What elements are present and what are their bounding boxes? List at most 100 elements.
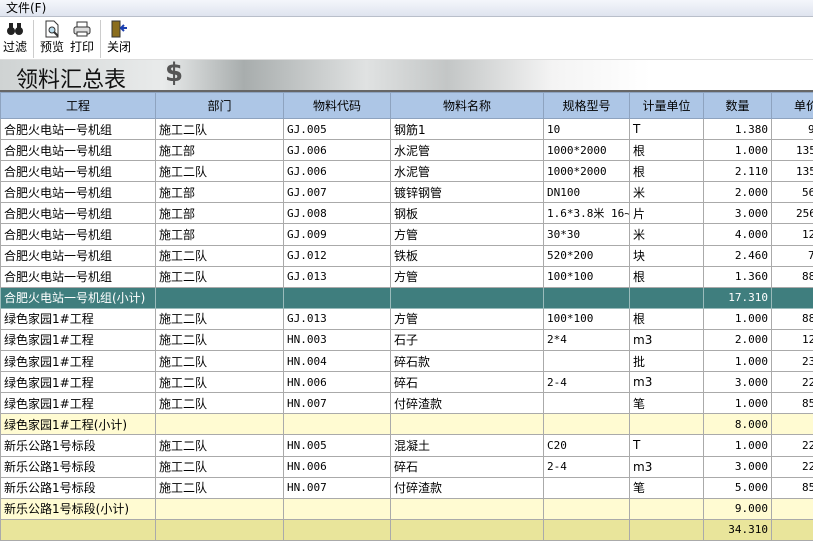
table-row[interactable]: 合肥火电站一号机组施工二队GJ.012铁板520*200块2.4607 bbox=[1, 245, 813, 266]
table-row[interactable]: 合肥火电站一号机组施工部GJ.006水泥管1000*2000根1.000135 bbox=[1, 140, 813, 161]
table-row[interactable]: 新乐公路1号标段施工二队HN.006碎石2-4m33.00022 bbox=[1, 456, 813, 477]
cell-project: 绿色家园1#工程 bbox=[1, 308, 156, 329]
table-row[interactable]: 合肥火电站一号机组施工二队GJ.006水泥管1000*2000根2.110135 bbox=[1, 161, 813, 182]
cell-material-code bbox=[284, 498, 391, 519]
cell-project: 绿色家园1#工程 bbox=[1, 393, 156, 414]
cell-unit-price: 256 bbox=[772, 203, 813, 224]
cell-quantity: 17.310 bbox=[704, 287, 772, 308]
cell-unit bbox=[630, 414, 704, 435]
cell-unit-price: 22 bbox=[772, 435, 813, 456]
cell-project: 新乐公路1号标段(小计) bbox=[1, 498, 156, 519]
cell-project: 新乐公路1号标段 bbox=[1, 435, 156, 456]
cell-unit: m3 bbox=[630, 456, 704, 477]
cell-material-code bbox=[284, 287, 391, 308]
table-row[interactable]: 合肥火电站一号机组施工部GJ.007镀锌钢管DN100米2.00056 bbox=[1, 182, 813, 203]
column-header-project[interactable]: 工程 bbox=[1, 93, 156, 119]
cell-material-code: HN.005 bbox=[284, 435, 391, 456]
cell-quantity: 5.000 bbox=[704, 477, 772, 498]
cell-material-code bbox=[284, 414, 391, 435]
cell-spec bbox=[544, 519, 630, 540]
cell-unit: 根 bbox=[630, 140, 704, 161]
table-row[interactable]: 绿色家园1#工程施工二队HN.007付碎渣款笔1.00085 bbox=[1, 393, 813, 414]
table-header-row: 工程部门物料代码物料名称规格型号计量单位数量单价 bbox=[1, 93, 813, 119]
close-button[interactable]: 关闭 bbox=[104, 20, 134, 56]
cell-unit-price: 12 bbox=[772, 329, 813, 350]
cell-quantity: 1.380 bbox=[704, 119, 772, 140]
table-row[interactable]: 绿色家园1#工程施工二队HN.004碎石款批1.00023 bbox=[1, 351, 813, 372]
cell-quantity: 4.000 bbox=[704, 224, 772, 245]
cell-department: 施工二队 bbox=[156, 477, 284, 498]
table-row[interactable]: 绿色家园1#工程施工二队HN.003石子2*4m32.00012 bbox=[1, 329, 813, 350]
cell-unit: 根 bbox=[630, 308, 704, 329]
column-header-department[interactable]: 部门 bbox=[156, 93, 284, 119]
cell-material-name: 方管 bbox=[391, 266, 544, 287]
table-row[interactable]: 绿色家园1#工程施工二队HN.006碎石2-4m33.00022 bbox=[1, 372, 813, 393]
cell-unit-price: 135 bbox=[772, 161, 813, 182]
column-header-material-code[interactable]: 物料代码 bbox=[284, 93, 391, 119]
cell-department: 施工二队 bbox=[156, 393, 284, 414]
cell-material-code: HN.006 bbox=[284, 372, 391, 393]
column-header-unit[interactable]: 计量单位 bbox=[630, 93, 704, 119]
column-header-unit-price[interactable]: 单价 bbox=[772, 93, 813, 119]
cell-project: 合肥火电站一号机组 bbox=[1, 245, 156, 266]
cell-department bbox=[156, 498, 284, 519]
subtotal-row[interactable]: 绿色家园1#工程(小计)8.000 bbox=[1, 414, 813, 435]
cell-project: 合肥火电站一号机组 bbox=[1, 161, 156, 182]
cell-spec bbox=[544, 414, 630, 435]
cell-material-code bbox=[284, 519, 391, 540]
table-row[interactable]: 绿色家园1#工程施工二队GJ.013方管100*100根1.00088 bbox=[1, 308, 813, 329]
cell-material-name bbox=[391, 498, 544, 519]
cell-material-code: HN.007 bbox=[284, 477, 391, 498]
table-row[interactable]: 合肥火电站一号机组施工二队GJ.005钢筋110T1.3809 bbox=[1, 119, 813, 140]
table-row[interactable]: 合肥火电站一号机组施工部GJ.008钢板1.6*3.8米 16~1片3.0002… bbox=[1, 203, 813, 224]
cell-project: 新乐公路1号标段 bbox=[1, 477, 156, 498]
cell-unit-price: 22 bbox=[772, 372, 813, 393]
table-row[interactable]: 合肥火电站一号机组施工部GJ.009方管30*30米4.00012 bbox=[1, 224, 813, 245]
cell-unit: 片 bbox=[630, 203, 704, 224]
cell-quantity: 2.460 bbox=[704, 245, 772, 266]
filter-button[interactable]: 过滤 bbox=[0, 20, 30, 56]
cell-quantity: 1.000 bbox=[704, 393, 772, 414]
menu-file[interactable]: 文件(F) bbox=[6, 1, 46, 15]
cell-spec bbox=[544, 287, 630, 308]
cell-unit: 笔 bbox=[630, 393, 704, 414]
cell-material-name bbox=[391, 287, 544, 308]
total-row[interactable]: 34.310 bbox=[1, 519, 813, 540]
preview-button[interactable]: 预览 bbox=[37, 20, 67, 56]
cell-material-code: HN.003 bbox=[284, 329, 391, 350]
column-header-spec[interactable]: 规格型号 bbox=[544, 93, 630, 119]
table-row[interactable]: 合肥火电站一号机组施工二队GJ.013方管100*100根1.36088 bbox=[1, 266, 813, 287]
cell-material-name: 混凝土 bbox=[391, 435, 544, 456]
cell-unit: 根 bbox=[630, 161, 704, 182]
dollar-decoration-icon: $ bbox=[165, 58, 183, 88]
subtotal-row[interactable]: 合肥火电站一号机组(小计)17.310 bbox=[1, 287, 813, 308]
cell-material-name: 水泥管 bbox=[391, 161, 544, 182]
cell-project: 新乐公路1号标段 bbox=[1, 456, 156, 477]
cell-project: 合肥火电站一号机组 bbox=[1, 224, 156, 245]
cell-department: 施工二队 bbox=[156, 329, 284, 350]
cell-project: 合肥火电站一号机组 bbox=[1, 119, 156, 140]
table-row[interactable]: 新乐公路1号标段施工二队HN.005混凝土C20T1.00022 bbox=[1, 435, 813, 456]
cell-material-code: HN.004 bbox=[284, 351, 391, 372]
cell-spec bbox=[544, 498, 630, 519]
cell-material-name: 方管 bbox=[391, 308, 544, 329]
cell-quantity: 1.360 bbox=[704, 266, 772, 287]
column-header-material-name[interactable]: 物料名称 bbox=[391, 93, 544, 119]
cell-department: 施工部 bbox=[156, 224, 284, 245]
cell-project: 合肥火电站一号机组 bbox=[1, 203, 156, 224]
cell-unit-price: 88 bbox=[772, 266, 813, 287]
cell-quantity: 9.000 bbox=[704, 498, 772, 519]
cell-spec: 100*100 bbox=[544, 266, 630, 287]
cell-spec: DN100 bbox=[544, 182, 630, 203]
cell-project: 合肥火电站一号机组 bbox=[1, 182, 156, 203]
cell-department: 施工二队 bbox=[156, 435, 284, 456]
cell-material-code: GJ.013 bbox=[284, 308, 391, 329]
cell-unit-price: 85 bbox=[772, 393, 813, 414]
column-header-quantity[interactable]: 数量 bbox=[704, 93, 772, 119]
table-row[interactable]: 新乐公路1号标段施工二队HN.007付碎渣款笔5.00085 bbox=[1, 477, 813, 498]
cell-unit: 块 bbox=[630, 245, 704, 266]
toolbar: 过滤 预览 打印 关闭 bbox=[0, 17, 813, 60]
cell-department: 施工二队 bbox=[156, 372, 284, 393]
print-button[interactable]: 打印 bbox=[67, 20, 97, 56]
subtotal-row[interactable]: 新乐公路1号标段(小计) 9.000 bbox=[1, 498, 813, 519]
